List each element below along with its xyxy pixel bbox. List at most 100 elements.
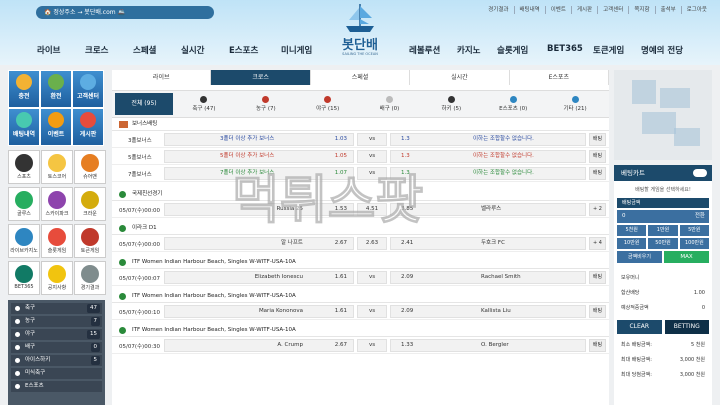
draw-cell[interactable]: vs [357, 305, 387, 318]
amount-chip[interactable]: 10만원 [617, 238, 647, 249]
game-button[interactable]: 공지사항 [41, 261, 73, 295]
game-button[interactable]: 스카이파크 [41, 187, 73, 221]
home-cell[interactable]: Maria Kononova 1.61 [164, 305, 354, 318]
tab-2[interactable]: 스페셜 [310, 70, 411, 85]
bonus-home-cell[interactable]: 3폴더 이상 추가 보너스 1.03 [164, 133, 354, 146]
nav-item[interactable]: 미니게임 [281, 44, 312, 56]
game-button[interactable]: 토스코어 [41, 150, 73, 184]
draw-cell[interactable]: 2.63 [357, 237, 387, 250]
nav-item[interactable]: 스페셜 [133, 44, 156, 56]
tab-3[interactable]: 실시간 [410, 70, 510, 85]
tab-0[interactable]: 라이브 [112, 70, 212, 85]
sport-item[interactable]: 미식축구 [11, 368, 102, 379]
filter-item[interactable]: 하키 (5) [420, 96, 482, 112]
away-cell[interactable]: 2.41 두호크 FC [390, 237, 586, 250]
toggle-icon[interactable] [693, 169, 707, 177]
bet-button[interactable]: 배팅 [589, 305, 606, 318]
convert-button[interactable]: 전환 [695, 210, 705, 223]
amount-chip[interactable]: 5천원 [617, 225, 647, 236]
top-link[interactable]: 고객센터 [598, 6, 630, 14]
amount-input[interactable]: 0 전환 [617, 210, 709, 223]
amount-chip[interactable]: 5만원 [679, 225, 709, 236]
tab-4[interactable]: E스포츠 [509, 70, 610, 85]
draw-cell[interactable]: 4.51 [357, 203, 387, 216]
nav-item[interactable]: 슬롯게임 [497, 44, 528, 56]
quick-button[interactable]: 환전 [40, 70, 72, 108]
clear-button[interactable]: CLEAR [617, 320, 662, 334]
bet-button[interactable]: 배팅 [589, 133, 606, 146]
game-button[interactable]: 경기결과 [74, 261, 106, 295]
game-button[interactable]: 토큰게임 [74, 224, 106, 258]
home-cell[interactable]: A. Crump 2.67 [164, 339, 354, 352]
game-button[interactable]: 골루스 [8, 187, 40, 221]
home-cell[interactable]: Russia 25 1.53 [164, 203, 354, 216]
game-button[interactable]: 슬롯게임 [41, 224, 73, 258]
nav-item[interactable]: BET365 [547, 44, 583, 54]
filter-item[interactable]: 기타 (21) [544, 96, 606, 112]
game-button[interactable]: 라이브카지노 [8, 224, 40, 258]
nav-item[interactable]: 라이브 [37, 44, 60, 56]
betting-button[interactable]: BETTING [664, 320, 709, 334]
bonus-home-cell[interactable]: 5폴더 이상 추가 보너스 1.05 [164, 150, 354, 163]
top-link[interactable]: 출석부 [656, 6, 682, 14]
bonus-away-cell[interactable]: 1.3 이하는 조합할수 없습니다. [390, 133, 586, 146]
sport-item[interactable]: 축구 47 [11, 303, 102, 314]
amount-chip[interactable]: 1만원 [648, 225, 678, 236]
filter-item[interactable]: 축구 (47) [173, 96, 235, 112]
reset-amount-button[interactable]: 금액비우기 [617, 251, 662, 263]
quick-button[interactable]: 충전 [8, 70, 40, 108]
draw-cell[interactable]: vs [357, 271, 387, 284]
draw-cell[interactable]: vs [357, 339, 387, 352]
filter-item[interactable]: E스포츠 (0) [482, 96, 544, 112]
nav-item[interactable]: 명예의 전당 [641, 44, 683, 56]
bonus-away-cell[interactable]: 1.3 이하는 조합할수 없습니다. [390, 167, 586, 180]
amount-chip[interactable]: 50만원 [648, 238, 678, 249]
nav-item[interactable]: 레볼루션 [409, 44, 440, 56]
side-banner[interactable] [614, 70, 712, 160]
top-link[interactable]: 경기결과 [483, 6, 515, 14]
quick-button[interactable]: 고객센터 [72, 70, 104, 108]
filter-item[interactable]: 야구 (15) [297, 96, 359, 112]
game-button[interactable]: 크라운 [74, 187, 106, 221]
sport-item[interactable]: 야구 15 [11, 329, 102, 340]
home-cell[interactable]: Elizabeth Ionescu 1.61 [164, 271, 354, 284]
sport-item[interactable]: 배구 0 [11, 342, 102, 353]
sport-item[interactable]: 아이스하키 5 [11, 355, 102, 366]
quick-button[interactable]: 게시판 [72, 108, 104, 146]
quick-button[interactable]: 이벤트 [40, 108, 72, 146]
tab-1[interactable]: 크로스 [211, 70, 311, 85]
nav-item[interactable]: 토큰게임 [593, 44, 624, 56]
bonus-home-cell[interactable]: 7폴더 이상 추가 보너스 1.07 [164, 167, 354, 180]
game-button[interactable]: 스포츠 [8, 150, 40, 184]
game-button[interactable]: 슈어맨 [74, 150, 106, 184]
bet-button[interactable]: 배팅 [589, 339, 606, 352]
nav-item[interactable]: 카지노 [457, 44, 480, 56]
nav-item[interactable]: E스포츠 [229, 44, 258, 56]
top-link[interactable]: 쪽지함 [629, 6, 656, 14]
bet-button[interactable]: + 2 [589, 203, 606, 216]
nav-item[interactable]: 실시간 [181, 44, 204, 56]
top-link[interactable]: 로그아웃 [682, 6, 712, 14]
game-button[interactable]: BET365 [8, 261, 40, 295]
top-link[interactable]: 이벤트 [546, 6, 572, 14]
top-link[interactable]: 배팅내역 [515, 6, 546, 14]
bet-button[interactable]: 배팅 [589, 271, 606, 284]
bonus-away-cell[interactable]: 1.3 이하는 조합할수 없습니다. [390, 150, 586, 163]
top-link[interactable]: 게시판 [572, 6, 599, 14]
bet-button[interactable]: 배팅 [589, 167, 606, 180]
filter-item[interactable]: 배구 (0) [359, 96, 421, 112]
quick-button[interactable]: 배팅내역 [8, 108, 40, 146]
filter-all[interactable]: 전체 (95) [115, 93, 173, 115]
away-cell[interactable]: 2.09 Kallista Liu [390, 305, 586, 318]
filter-item[interactable]: 농구 (7) [235, 96, 297, 112]
home-cell[interactable]: 알 나프트 2.67 [164, 237, 354, 250]
amount-chip[interactable]: 100만원 [679, 238, 709, 249]
bet-button[interactable]: 배팅 [589, 150, 606, 163]
sport-item[interactable]: 농구 7 [11, 316, 102, 327]
sport-item[interactable]: E스포츠 [11, 381, 102, 392]
nav-item[interactable]: 크로스 [85, 44, 108, 56]
bet-button[interactable]: + 4 [589, 237, 606, 250]
max-button[interactable]: MAX [664, 251, 709, 263]
away-cell[interactable]: 3.85 벨라루스 [390, 203, 586, 216]
away-cell[interactable]: 2.09 Rachael Smith [390, 271, 586, 284]
